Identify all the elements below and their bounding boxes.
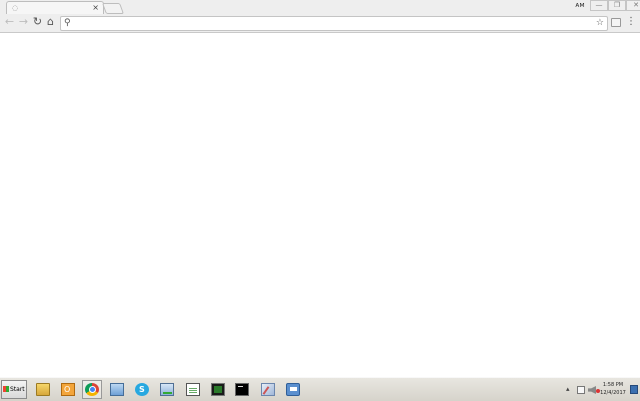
windows-logo-icon [3, 386, 9, 392]
taskbar-skype[interactable] [132, 380, 152, 399]
address-bar[interactable]: ⚲ ☆ [60, 16, 608, 31]
tab-strip: ◌ × ᴀᴍ — ❐ ✕ [0, 0, 640, 14]
reload-button[interactable]: ↻ [31, 15, 44, 29]
back-button[interactable]: ← [3, 15, 16, 29]
taskbar-notepad[interactable] [183, 380, 203, 399]
forward-button[interactable]: → [17, 15, 30, 29]
clock-time: 1:58 PM [602, 382, 624, 388]
volume-icon[interactable] [588, 386, 596, 394]
bookmark-star-icon[interactable]: ☆ [596, 17, 604, 30]
taskbar: Start ▴ 1:58 PM 12/4/2017 [0, 377, 640, 401]
close-window-button[interactable]: ✕ [626, 0, 640, 11]
browser-toolbar: ← → ↻ ⌂ ⚲ ☆ ⋮ [0, 14, 640, 32]
minimize-button[interactable]: — [590, 0, 608, 11]
taskbar-outlook[interactable] [58, 380, 78, 399]
tab-close-icon[interactable]: × [92, 3, 99, 12]
new-tab-button[interactable] [101, 3, 125, 14]
network-icon [160, 383, 174, 396]
notepad-icon [186, 383, 200, 396]
taskbar-paint[interactable] [258, 380, 278, 399]
clock[interactable]: 1:58 PM 12/4/2017 [600, 381, 626, 399]
paint-icon [261, 383, 275, 396]
extension-icon[interactable] [611, 18, 621, 27]
taskbar-network[interactable] [157, 380, 177, 399]
terminal-icon [235, 383, 249, 396]
remote-desktop-icon [110, 383, 124, 396]
chrome-icon [85, 383, 99, 396]
home-button[interactable]: ⌂ [44, 15, 57, 29]
chat-icon [286, 383, 300, 396]
monitor-icon [211, 383, 225, 396]
maximize-button[interactable]: ❐ [608, 0, 626, 11]
taskbar-chat[interactable] [283, 380, 303, 399]
clock-date: 12/4/2017 [600, 390, 626, 396]
page-content[interactable] [0, 33, 640, 377]
taskbar-remote-desktop[interactable] [107, 380, 127, 399]
search-icon: ⚲ [64, 18, 71, 28]
file-explorer-icon [36, 383, 50, 396]
taskbar-terminal[interactable] [232, 380, 252, 399]
taskbar-file-explorer[interactable] [33, 380, 53, 399]
skype-icon [135, 383, 149, 396]
system-tray: ▴ 1:58 PM 12/4/2017 [564, 380, 640, 399]
start-label: Start [10, 386, 25, 393]
address-input[interactable] [77, 18, 587, 29]
menu-icon[interactable]: ⋮ [626, 15, 636, 29]
browser-tab[interactable]: ◌ × [6, 1, 104, 14]
start-button[interactable]: Start [1, 380, 27, 399]
keyboard-icon[interactable] [577, 386, 585, 394]
taskbar-monitor[interactable] [208, 380, 228, 399]
profile-icon[interactable]: ᴀᴍ [574, 1, 586, 10]
tray-expand-icon[interactable]: ▴ [566, 384, 570, 394]
outlook-icon [61, 383, 75, 396]
action-center-icon[interactable] [630, 385, 638, 394]
taskbar-chrome[interactable] [82, 380, 102, 399]
loading-icon: ◌ [12, 4, 19, 12]
browser-chrome: ◌ × ᴀᴍ — ❐ ✕ ← → ↻ ⌂ ⚲ ☆ ⋮ [0, 0, 640, 33]
